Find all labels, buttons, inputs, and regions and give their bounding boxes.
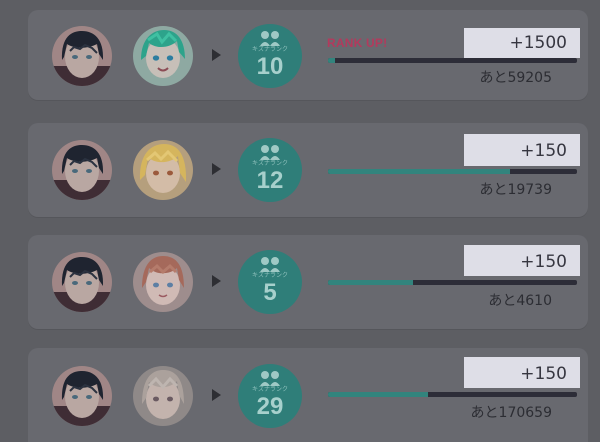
bond-rank-row: キズナランク 29 +150 あと170659 — [28, 348, 588, 442]
progress-fill — [328, 392, 428, 397]
arrow-right-icon — [212, 49, 221, 61]
points-gained: +150 — [464, 134, 580, 166]
progress-bar — [328, 280, 577, 285]
arrow-right-icon — [212, 163, 221, 175]
bond-rank-number: 12 — [256, 167, 284, 194]
character-portrait-icon — [52, 366, 112, 426]
bond-rank-badge: キズナランク 12 — [238, 138, 302, 202]
bond-rank-badge: キズナランク 10 — [238, 24, 302, 88]
points-gained: +1500 — [464, 28, 580, 58]
points-gained: +150 — [464, 245, 580, 276]
character-portrait-icon — [133, 252, 193, 312]
remaining-points: あと19739 — [479, 182, 552, 198]
character-portrait-icon — [133, 140, 193, 200]
character-portrait-icon — [52, 140, 112, 200]
bond-rank-badge: キズナランク 5 — [238, 250, 302, 314]
character-portrait-icon — [52, 252, 112, 312]
progress-fill — [328, 169, 510, 174]
character-portrait-icon — [52, 26, 112, 86]
bond-rank-badge: キズナランク 29 — [238, 364, 302, 428]
progress-fill — [328, 58, 336, 63]
bond-rank-row: キズナランク 12 +150 あと19739 — [28, 123, 588, 217]
progress-bar — [328, 392, 577, 397]
bond-rank-label: キズナランク — [251, 272, 288, 279]
remaining-points: あと59205 — [479, 70, 552, 86]
bond-rank-row: キズナランク 5 +150 あと4610 — [28, 235, 588, 329]
rank-up-label: RANK UP! — [327, 36, 388, 50]
progress-fill — [328, 280, 413, 285]
friends-icon — [260, 257, 280, 272]
remaining-points: あと4610 — [488, 293, 552, 309]
friends-icon — [260, 371, 280, 386]
bond-rank-label: キズナランク — [251, 160, 288, 167]
progress-bar — [328, 58, 577, 63]
points-gained: +150 — [464, 357, 580, 388]
bond-rank-list: キズナランク 10 RANK UP! +1500 あと59205 キズナランク … — [0, 0, 600, 442]
bond-rank-number: 5 — [263, 279, 277, 306]
character-portrait-icon — [133, 366, 193, 426]
friends-icon — [260, 145, 280, 160]
bond-rank-row: キズナランク 10 RANK UP! +1500 あと59205 — [28, 10, 588, 100]
arrow-right-icon — [212, 275, 221, 287]
bond-rank-number: 29 — [256, 393, 284, 420]
progress-bar — [328, 169, 577, 174]
remaining-points: あと170659 — [470, 405, 552, 421]
arrow-right-icon — [212, 389, 221, 401]
bond-rank-number: 10 — [256, 53, 284, 80]
character-portrait-icon — [133, 26, 193, 86]
friends-icon — [260, 31, 280, 46]
bond-rank-label: キズナランク — [251, 46, 288, 53]
bond-rank-label: キズナランク — [251, 386, 288, 393]
